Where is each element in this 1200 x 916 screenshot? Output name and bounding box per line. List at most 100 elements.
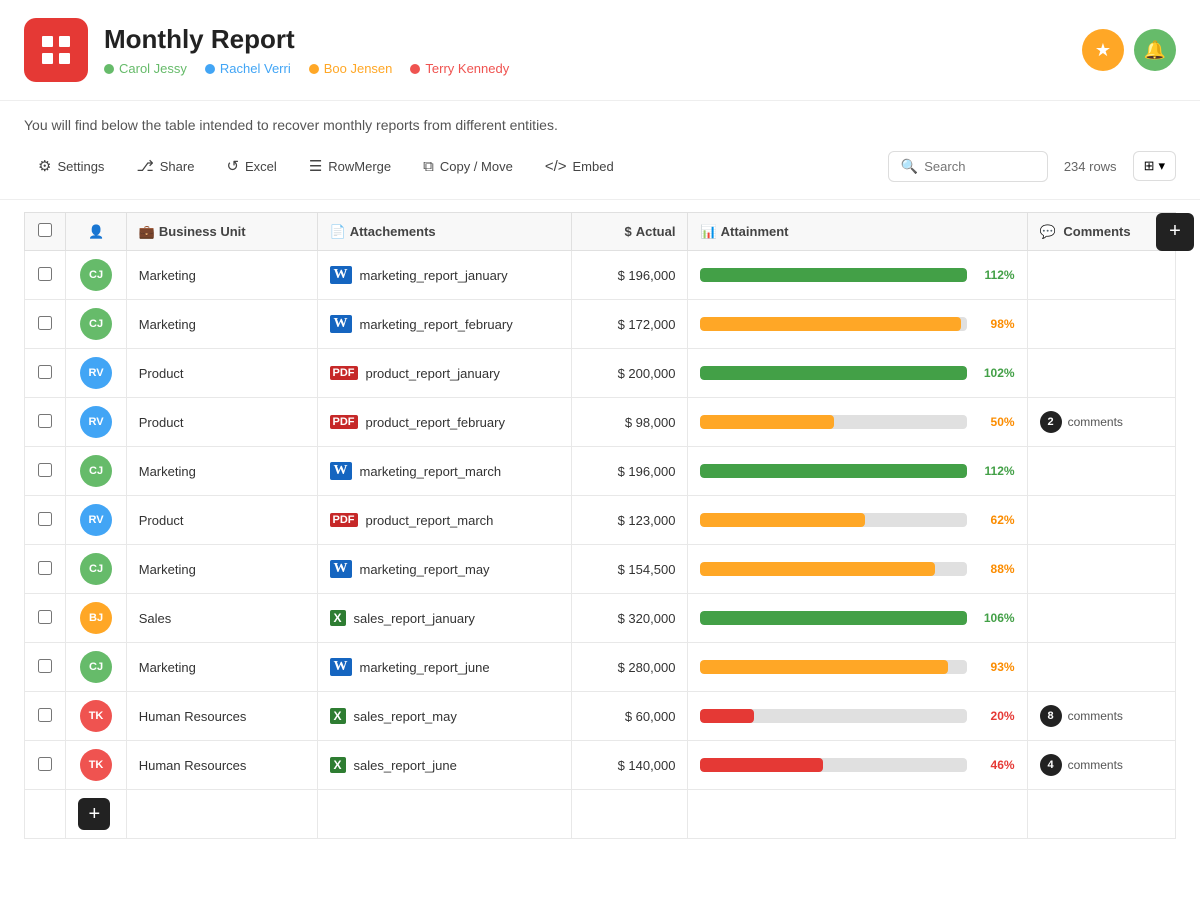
th-attachments[interactable]: 📄Attachements [317, 213, 571, 251]
row-attachment[interactable]: Wmarketing_report_january [317, 251, 571, 300]
search-input[interactable] [924, 159, 1035, 174]
row-attachment[interactable]: Wmarketing_report_may [317, 545, 571, 594]
comment-badge[interactable]: 4 comments [1040, 754, 1123, 776]
collab-rachel[interactable]: Rachel Verri [205, 61, 291, 76]
excel-button[interactable]: ↺ Excel [212, 149, 290, 183]
row-checkbox[interactable] [38, 561, 52, 575]
bell-button[interactable]: 🔔 [1134, 29, 1176, 71]
copy-move-button[interactable]: ⧉ Copy / Move [409, 150, 527, 183]
row-checkbox-cell[interactable] [25, 349, 66, 398]
comment-badge[interactable]: 8 comments [1040, 705, 1123, 727]
star-button[interactable]: ★ [1082, 29, 1124, 71]
comment-badge[interactable]: 2 comments [1040, 411, 1123, 433]
rowmerge-button[interactable]: ☰ RowMerge [295, 149, 405, 183]
row-checkbox[interactable] [38, 316, 52, 330]
footer-actual [571, 790, 688, 839]
attainment-percent: 98% [975, 317, 1015, 331]
row-checkbox-cell[interactable] [25, 251, 66, 300]
row-attachment[interactable]: Xsales_report_june [317, 741, 571, 790]
row-attachment[interactable]: Xsales_report_january [317, 594, 571, 643]
progress-bar-bg [700, 464, 966, 478]
collab-dot-boo [309, 64, 319, 74]
collab-dot-rachel [205, 64, 215, 74]
row-checkbox-cell[interactable] [25, 496, 66, 545]
row-checkbox[interactable] [38, 659, 52, 673]
row-checkbox[interactable] [38, 414, 52, 428]
collab-carol[interactable]: Carol Jessy [104, 61, 187, 76]
row-comments [1027, 594, 1175, 643]
row-attachment[interactable]: Wmarketing_report_march [317, 447, 571, 496]
search-box[interactable]: 🔍 [888, 151, 1048, 182]
th-select-all[interactable] [25, 213, 66, 251]
collab-name-carol: Carol Jessy [119, 61, 187, 76]
row-checkbox[interactable] [38, 267, 52, 281]
row-attachment[interactable]: Xsales_report_may [317, 692, 571, 741]
excel-file-icon: X [330, 708, 346, 724]
row-checkbox-cell[interactable] [25, 594, 66, 643]
app-logo [24, 18, 88, 82]
row-checkbox[interactable] [38, 365, 52, 379]
row-attachment[interactable]: Wmarketing_report_february [317, 300, 571, 349]
row-checkbox-cell[interactable] [25, 643, 66, 692]
row-checkbox-cell[interactable] [25, 398, 66, 447]
row-attachment[interactable]: PDFproduct_report_february [317, 398, 571, 447]
row-attachment[interactable]: PDFproduct_report_march [317, 496, 571, 545]
row-avatar-cell: CJ [66, 447, 126, 496]
title-block: Monthly Report Carol Jessy Rachel Verri … [104, 24, 1082, 76]
progress-bar-fill [700, 758, 822, 772]
row-checkbox-cell[interactable] [25, 300, 66, 349]
attachment-filename: marketing_report_june [360, 660, 490, 675]
briefcase-icon: 💼 [139, 224, 155, 239]
row-actual: $ 123,000 [571, 496, 688, 545]
row-checkbox[interactable] [38, 708, 52, 722]
avatar: RV [80, 357, 112, 389]
attainment-percent: 50% [975, 415, 1015, 429]
row-checkbox-cell[interactable] [25, 447, 66, 496]
dollar-icon: $ [624, 224, 631, 239]
row-checkbox-cell[interactable] [25, 692, 66, 741]
row-avatar-cell: TK [66, 692, 126, 741]
share-button[interactable]: ⎇ Share [122, 149, 208, 183]
collab-terry[interactable]: Terry Kennedy [410, 61, 509, 76]
file-icon: 📄 [330, 224, 346, 239]
add-column-button[interactable]: + [1156, 213, 1194, 251]
row-checkbox[interactable] [38, 757, 52, 771]
settings-button[interactable]: ⚙ Settings [24, 149, 118, 183]
th-business-unit[interactable]: 💼Business Unit [126, 213, 317, 251]
avatar: CJ [80, 259, 112, 291]
row-attachment[interactable]: Wmarketing_report_june [317, 643, 571, 692]
attachment-filename: product_report_february [366, 415, 505, 430]
footer-bunit [126, 790, 317, 839]
progress-bar-bg [700, 317, 966, 331]
embed-button[interactable]: </> Embed [531, 150, 628, 183]
table-row: RVProductPDFproduct_report_january$ 200,… [25, 349, 1176, 398]
row-attainment: 93% [688, 643, 1027, 692]
view-toggle-button[interactable]: ⊞ ▾ [1133, 151, 1176, 181]
progress-bar-fill [700, 366, 966, 380]
row-checkbox[interactable] [38, 512, 52, 526]
page-header: Monthly Report Carol Jessy Rachel Verri … [0, 0, 1200, 101]
add-row-button[interactable]: + [78, 798, 110, 830]
footer-add-row[interactable]: + [66, 790, 126, 839]
rows-count: 234 rows [1064, 159, 1117, 174]
collab-boo[interactable]: Boo Jensen [309, 61, 393, 76]
row-checkbox[interactable] [38, 463, 52, 477]
th-comments[interactable]: 💬 Comments + [1027, 213, 1175, 251]
row-checkbox-cell[interactable] [25, 545, 66, 594]
select-all-checkbox[interactable] [38, 223, 52, 237]
row-checkbox[interactable] [38, 610, 52, 624]
row-comments [1027, 496, 1175, 545]
rowmerge-icon: ☰ [309, 157, 322, 175]
pdf-file-icon: PDF [330, 366, 358, 380]
th-attainment[interactable]: 📊Attainment [688, 213, 1027, 251]
row-attachment[interactable]: PDFproduct_report_january [317, 349, 571, 398]
footer-attain [688, 790, 1027, 839]
attainment-percent: 102% [975, 366, 1015, 380]
comment-count: 2 [1040, 411, 1062, 433]
avatar: CJ [80, 308, 112, 340]
row-checkbox-cell[interactable] [25, 741, 66, 790]
row-actual: $ 154,500 [571, 545, 688, 594]
attainment-percent: 106% [975, 611, 1015, 625]
settings-icon: ⚙ [38, 157, 51, 175]
th-actual[interactable]: $Actual [571, 213, 688, 251]
